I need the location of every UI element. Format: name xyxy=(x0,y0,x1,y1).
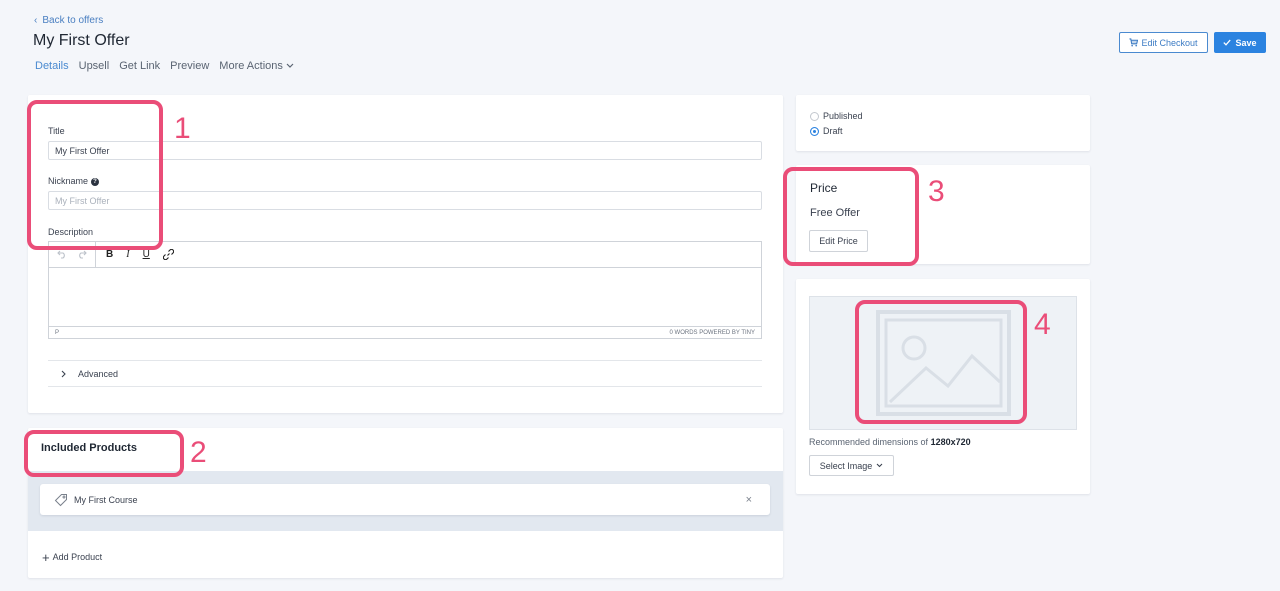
check-icon xyxy=(1223,39,1232,46)
underline-icon[interactable]: U xyxy=(143,249,150,260)
tab-get-link[interactable]: Get Link xyxy=(119,60,160,72)
editor-path: P xyxy=(55,329,60,336)
chevron-left-icon: ‹ xyxy=(34,15,38,26)
add-product-button[interactable]: + Add Product xyxy=(42,549,103,565)
chevron-right-icon xyxy=(61,370,66,377)
back-link-label: Back to offers xyxy=(42,15,104,26)
tab-bar: Details Upsell Get Link Preview More Act… xyxy=(35,60,294,72)
link-icon[interactable] xyxy=(162,249,174,260)
edit-checkout-label: Edit Checkout xyxy=(1141,37,1198,48)
chevron-down-icon xyxy=(286,63,294,68)
highlight-box-1 xyxy=(27,100,163,250)
radio-circle xyxy=(810,111,819,121)
advanced-label: Advanced xyxy=(78,368,119,379)
edit-checkout-button[interactable]: Edit Checkout xyxy=(1119,32,1208,53)
radio-published[interactable]: Published xyxy=(810,111,863,121)
annotation-number-3: 3 xyxy=(928,175,945,208)
radio-draft[interactable]: Draft xyxy=(810,126,843,136)
radio-draft-label: Draft xyxy=(823,126,843,136)
tab-details[interactable]: Details xyxy=(35,60,69,72)
tab-upsell[interactable]: Upsell xyxy=(79,60,110,72)
save-label: Save xyxy=(1235,37,1257,48)
recommended-size: 1280x720 xyxy=(930,437,971,447)
chevron-down-icon xyxy=(876,463,883,468)
select-image-label: Select Image xyxy=(819,460,873,471)
radio-circle-selected xyxy=(810,126,819,136)
bold-icon[interactable]: B xyxy=(106,249,113,260)
remove-product-icon[interactable]: × xyxy=(746,494,752,506)
highlight-box-3 xyxy=(783,167,919,266)
highlight-box-2 xyxy=(24,430,184,477)
redo-icon[interactable] xyxy=(77,250,87,259)
annotation-number-1: 1 xyxy=(174,112,191,145)
list-item[interactable]: My First Course × xyxy=(40,484,770,515)
description-editor[interactable]: B I U P 0 WORDS POWERED BY TINY xyxy=(48,241,762,339)
editor-statusbar: P 0 WORDS POWERED BY TINY xyxy=(49,326,761,338)
back-link[interactable]: ‹ Back to offers xyxy=(34,15,103,26)
plus-icon: + xyxy=(42,549,50,565)
tab-more-actions[interactable]: More Actions xyxy=(219,60,294,72)
cart-icon xyxy=(1129,38,1139,47)
page-title: My First Offer xyxy=(33,32,130,49)
annotation-number-4: 4 xyxy=(1034,308,1051,341)
save-button[interactable]: Save xyxy=(1214,32,1266,53)
undo-icon[interactable] xyxy=(57,250,67,259)
editor-word-count: 0 WORDS POWERED BY TINY xyxy=(669,329,755,336)
tag-icon xyxy=(54,493,67,506)
tab-more-actions-label: More Actions xyxy=(219,60,283,72)
status-card xyxy=(796,95,1090,151)
recommended-dimensions: Recommended dimensions of 1280x720 xyxy=(809,437,971,447)
annotation-number-2: 2 xyxy=(190,436,207,469)
advanced-toggle[interactable]: Advanced xyxy=(48,360,762,387)
highlight-box-4 xyxy=(855,300,1027,424)
recommended-prefix: Recommended dimensions of xyxy=(809,437,929,447)
product-name: My First Course xyxy=(74,494,138,505)
radio-published-label: Published xyxy=(823,111,863,121)
tab-preview[interactable]: Preview xyxy=(170,60,209,72)
add-product-label: Add Product xyxy=(52,552,103,562)
italic-icon[interactable]: I xyxy=(126,249,129,260)
select-image-button[interactable]: Select Image xyxy=(809,455,894,476)
